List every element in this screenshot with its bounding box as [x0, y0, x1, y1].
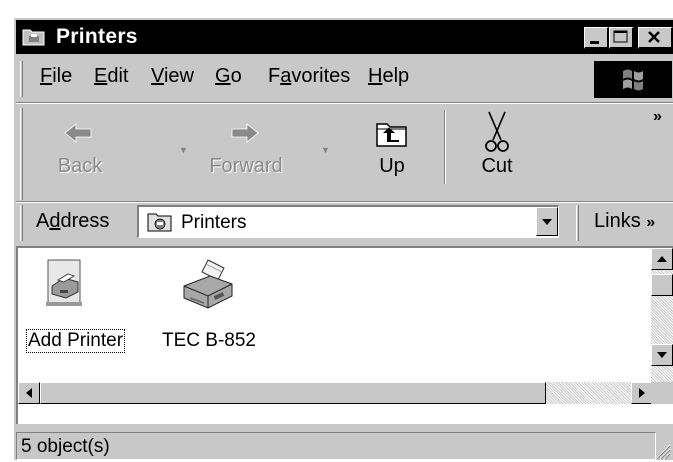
- forward-button[interactable]: Forward: [194, 106, 298, 202]
- address-bar: Address Printers Links »: [16, 202, 673, 244]
- horizontal-scrollbar[interactable]: [18, 382, 653, 404]
- addressbar-grip[interactable]: [20, 205, 23, 241]
- vertical-scroll-thumb[interactable]: [651, 274, 673, 296]
- standard-toolbar: Back ▼ Forward ▼ Up Cut »: [16, 106, 673, 202]
- menu-separator: [16, 102, 673, 104]
- scroll-right-button[interactable]: [631, 382, 653, 404]
- scissors-icon: [485, 111, 509, 152]
- printers-folder-small-icon: [147, 213, 172, 232]
- add-printer-icon: [46, 259, 82, 306]
- printers-folder-icon: [22, 27, 46, 47]
- toolbar-separator: [444, 110, 446, 184]
- close-button[interactable]: [638, 27, 673, 49]
- menu-edit[interactable]: Edit: [94, 65, 128, 88]
- links-grip[interactable]: [576, 205, 579, 241]
- menu-go[interactable]: Go: [215, 65, 242, 88]
- window-title: Printers: [56, 25, 138, 48]
- status-text: 5 object(s): [21, 436, 110, 457]
- up-button[interactable]: Up: [344, 106, 440, 202]
- address-value: Printers: [181, 212, 247, 233]
- horizontal-scroll-thumb[interactable]: [40, 382, 546, 404]
- scroll-corner: [651, 382, 673, 404]
- forward-arrow-icon: [231, 123, 259, 143]
- toolbar-grip[interactable]: [20, 108, 23, 200]
- forward-dropdown-arrow-icon[interactable]: ▼: [321, 145, 330, 155]
- scroll-up-button[interactable]: [651, 248, 673, 270]
- back-arrow-icon: [64, 123, 92, 143]
- printer-icon: [183, 259, 233, 309]
- scroll-down-button[interactable]: [651, 344, 673, 366]
- item-label-add-printer: Add Printer: [25, 329, 126, 353]
- menu-view[interactable]: View: [151, 65, 194, 88]
- links-button[interactable]: Links »: [594, 210, 655, 233]
- vertical-scrollbar[interactable]: [651, 248, 673, 382]
- menu-bar: File Edit View Go Favorites Help: [16, 58, 673, 100]
- toolbar-overflow-chevron[interactable]: »: [653, 108, 662, 126]
- cut-button[interactable]: Cut: [450, 106, 544, 202]
- status-bar: 5 object(s): [16, 428, 673, 462]
- item-label-tec-b852: TEC B-852: [162, 330, 256, 351]
- address-label: Address: [36, 210, 110, 232]
- minimize-button[interactable]: [584, 27, 609, 49]
- file-view[interactable]: Add Printer TEC B-852: [16, 246, 673, 424]
- maximize-button[interactable]: [609, 27, 634, 49]
- menu-favorites[interactable]: Favorites: [268, 65, 350, 88]
- explorer-window: Printers File Edit View Go Favorites Hel…: [12, 16, 673, 460]
- resize-grip-icon[interactable]: [653, 442, 671, 460]
- status-pane: 5 object(s): [16, 432, 656, 460]
- menu-help[interactable]: Help: [368, 65, 409, 88]
- address-dropdown-button[interactable]: [536, 207, 558, 236]
- address-input[interactable]: Printers: [137, 205, 559, 238]
- back-button[interactable]: Back: [36, 106, 124, 202]
- menubar-grip[interactable]: [20, 61, 23, 97]
- back-dropdown-arrow-icon[interactable]: ▼: [179, 145, 188, 155]
- title-bar[interactable]: Printers: [16, 20, 673, 54]
- up-folder-icon: [376, 123, 407, 147]
- scroll-left-button[interactable]: [18, 382, 40, 404]
- windows-logo-throbber: [594, 61, 672, 98]
- menu-file[interactable]: File: [40, 65, 72, 88]
